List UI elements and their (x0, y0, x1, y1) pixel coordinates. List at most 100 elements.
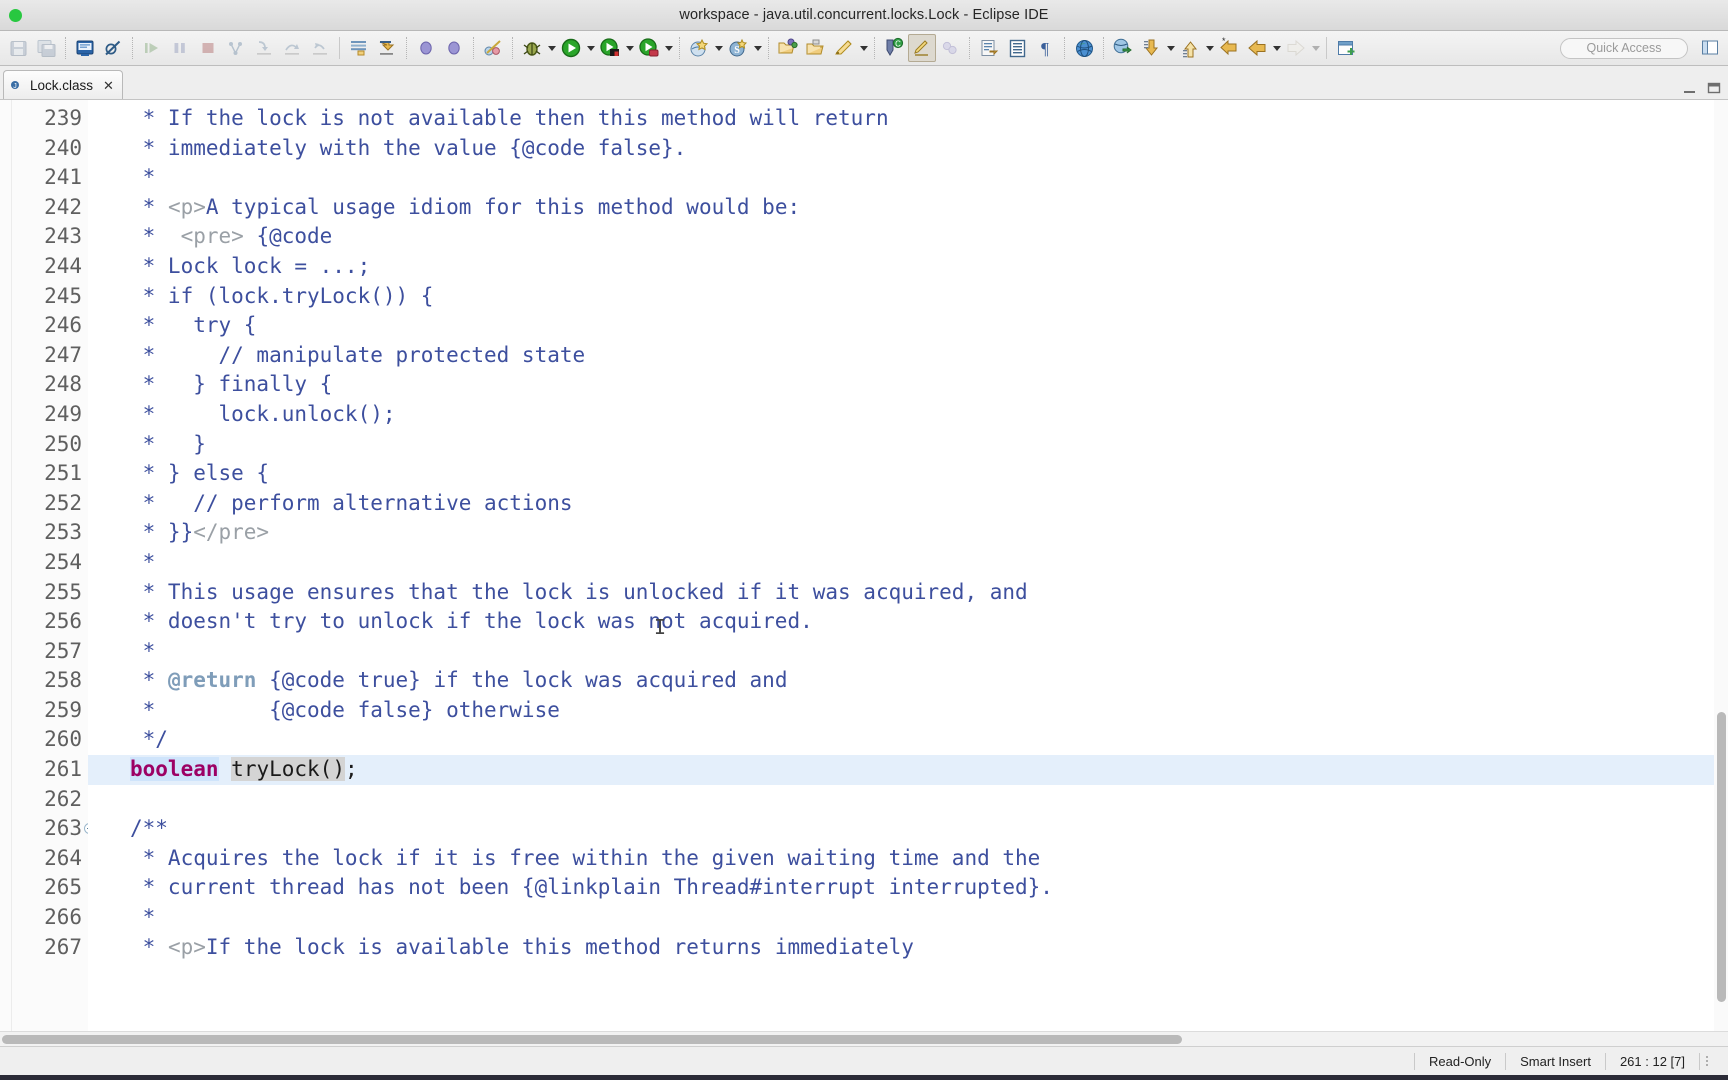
editor-marker-gutter[interactable] (0, 100, 12, 1031)
new-window-icon[interactable] (1332, 34, 1360, 62)
source-code-area[interactable]: * If the lock is not available then this… (88, 100, 1728, 1031)
next-edit-dropdown-icon[interactable] (1165, 34, 1176, 62)
previous-edit-location-icon[interactable] (1176, 34, 1204, 62)
toggle-highlight-icon[interactable] (908, 34, 936, 62)
external-tools-dropdown-icon[interactable] (663, 34, 674, 62)
forward-icon[interactable] (1282, 34, 1310, 62)
code-line[interactable]: /** (130, 814, 1728, 844)
step-return-icon[interactable] (306, 34, 334, 62)
external-tools-icon[interactable] (635, 34, 663, 62)
code-line[interactable]: * If the lock is not available then this… (130, 104, 1728, 134)
editor-tab-lock-class[interactable]: J Lock.class ✕ (3, 70, 123, 99)
show-whitespace-icon[interactable]: ¶ (1031, 34, 1059, 62)
coverage-dropdown-icon[interactable] (624, 34, 635, 62)
status-cursor-position: 261 : 12 [7] (1619, 1053, 1685, 1069)
vertical-scrollbar[interactable] (1714, 100, 1728, 1031)
toggle-breadcrumb-icon[interactable] (440, 34, 468, 62)
git-staging-icon[interactable]: C (880, 34, 908, 62)
code-line[interactable] (130, 785, 1728, 815)
debug-last-launched-icon[interactable] (518, 34, 546, 62)
code-line[interactable]: * } else { (130, 459, 1728, 489)
new-annotation-icon[interactable] (830, 34, 858, 62)
code-line[interactable]: * immediately with the value {@code fals… (130, 134, 1728, 164)
search-icon[interactable]: S (724, 34, 752, 62)
resume-icon[interactable] (138, 34, 166, 62)
code-line[interactable]: * (130, 903, 1728, 933)
code-editor[interactable]: 239 240 241 242 243 244 245 246 247 248 249 250 251 2… (0, 100, 1728, 1031)
code-line[interactable]: * try { (130, 311, 1728, 341)
open-type-icon[interactable] (774, 34, 802, 62)
horizontal-scrollbar-thumb[interactable] (2, 1035, 1182, 1044)
code-line[interactable]: * if (lock.tryLock()) { (130, 282, 1728, 312)
run-icon[interactable] (557, 34, 585, 62)
terminate-icon[interactable] (194, 34, 222, 62)
previous-edit-dropdown-icon[interactable] (1204, 34, 1215, 62)
minimize-icon[interactable] (1683, 82, 1698, 95)
open-java-perspective-icon[interactable] (1696, 34, 1724, 62)
main-toolbar: S C ¶ * Quick Access (0, 31, 1728, 66)
code-token: * (130, 668, 168, 693)
code-line[interactable]: */ (130, 725, 1728, 755)
new-java-project-dropdown-icon[interactable] (713, 34, 724, 62)
quick-access-input[interactable]: Quick Access (1560, 37, 1688, 59)
code-line[interactable]: boolean tryLock(); (88, 755, 1728, 785)
toggle-block-selection-icon[interactable] (1003, 34, 1031, 62)
new-java-project-icon[interactable] (685, 34, 713, 62)
next-annotation-icon[interactable] (345, 34, 373, 62)
open-perspective-icon[interactable] (1109, 34, 1137, 62)
code-line[interactable]: * doesn't try to unlock if the lock was … (130, 607, 1728, 637)
remove-all-breakpoints-icon[interactable] (479, 34, 507, 62)
forward-dropdown-icon[interactable] (1310, 34, 1321, 62)
code-line[interactable]: * <pre> {@code (130, 222, 1728, 252)
toggle-mark-occurrences-icon[interactable] (412, 34, 440, 62)
code-line[interactable]: * {@code false} otherwise (130, 696, 1728, 726)
code-line[interactable]: * This usage ensures that the lock is un… (130, 578, 1728, 608)
save-icon[interactable] (4, 34, 32, 62)
code-line[interactable]: * } finally { (130, 370, 1728, 400)
close-icon[interactable]: ✕ (103, 79, 114, 92)
debug-dropdown-icon[interactable] (546, 34, 557, 62)
save-all-icon[interactable] (32, 34, 60, 62)
line-number: 260 (44, 727, 82, 752)
code-line[interactable]: * <p>If the lock is available this metho… (130, 933, 1728, 963)
maximize-icon[interactable] (1707, 82, 1722, 95)
back-icon[interactable] (1243, 34, 1271, 62)
open-task-editor-icon[interactable] (975, 34, 1003, 62)
last-edit-location-icon[interactable]: * (1215, 34, 1243, 62)
back-dropdown-icon[interactable] (1271, 34, 1282, 62)
skip-all-breakpoints-icon[interactable] (99, 34, 127, 62)
code-line[interactable]: * Acquires the lock if it is free within… (130, 844, 1728, 874)
open-web-browser-icon[interactable] (1070, 34, 1098, 62)
suspend-icon[interactable] (166, 34, 194, 62)
code-line[interactable]: * current thread has not been {@linkplai… (130, 873, 1728, 903)
status-resize-grip[interactable] (1700, 1056, 1714, 1066)
vertical-scrollbar-thumb[interactable] (1717, 712, 1726, 1002)
code-line[interactable]: * Lock lock = ...; (130, 252, 1728, 282)
coverage-icon[interactable] (596, 34, 624, 62)
code-line[interactable]: * // manipulate protected state (130, 341, 1728, 371)
code-line[interactable]: * } (130, 430, 1728, 460)
link-with-editor-icon[interactable] (936, 34, 964, 62)
code-line[interactable]: * }}</pre> (130, 518, 1728, 548)
code-line[interactable]: * @return {@code true} if the lock was a… (130, 666, 1728, 696)
run-dropdown-icon[interactable] (585, 34, 596, 62)
new-java-class-icon[interactable] (71, 34, 99, 62)
step-over-icon[interactable] (278, 34, 306, 62)
previous-annotation-icon[interactable] (373, 34, 401, 62)
open-task-icon[interactable] (802, 34, 830, 62)
code-line[interactable]: * (130, 548, 1728, 578)
code-token: * (130, 549, 156, 574)
search-dropdown-icon[interactable] (752, 34, 763, 62)
next-edit-location-icon[interactable] (1137, 34, 1165, 62)
code-line[interactable]: * (130, 163, 1728, 193)
code-line[interactable]: * // perform alternative actions (130, 489, 1728, 519)
horizontal-scrollbar[interactable] (0, 1031, 1728, 1046)
line-number: 246 (44, 313, 82, 338)
disconnect-icon[interactable] (222, 34, 250, 62)
code-line[interactable]: * (130, 637, 1728, 667)
step-into-icon[interactable] (250, 34, 278, 62)
code-line[interactable]: * <p>A typical usage idiom for this meth… (130, 193, 1728, 223)
new-annotation-dropdown-icon[interactable] (858, 34, 869, 62)
code-line[interactable]: * lock.unlock(); (130, 400, 1728, 430)
line-number: 243 (44, 224, 82, 249)
